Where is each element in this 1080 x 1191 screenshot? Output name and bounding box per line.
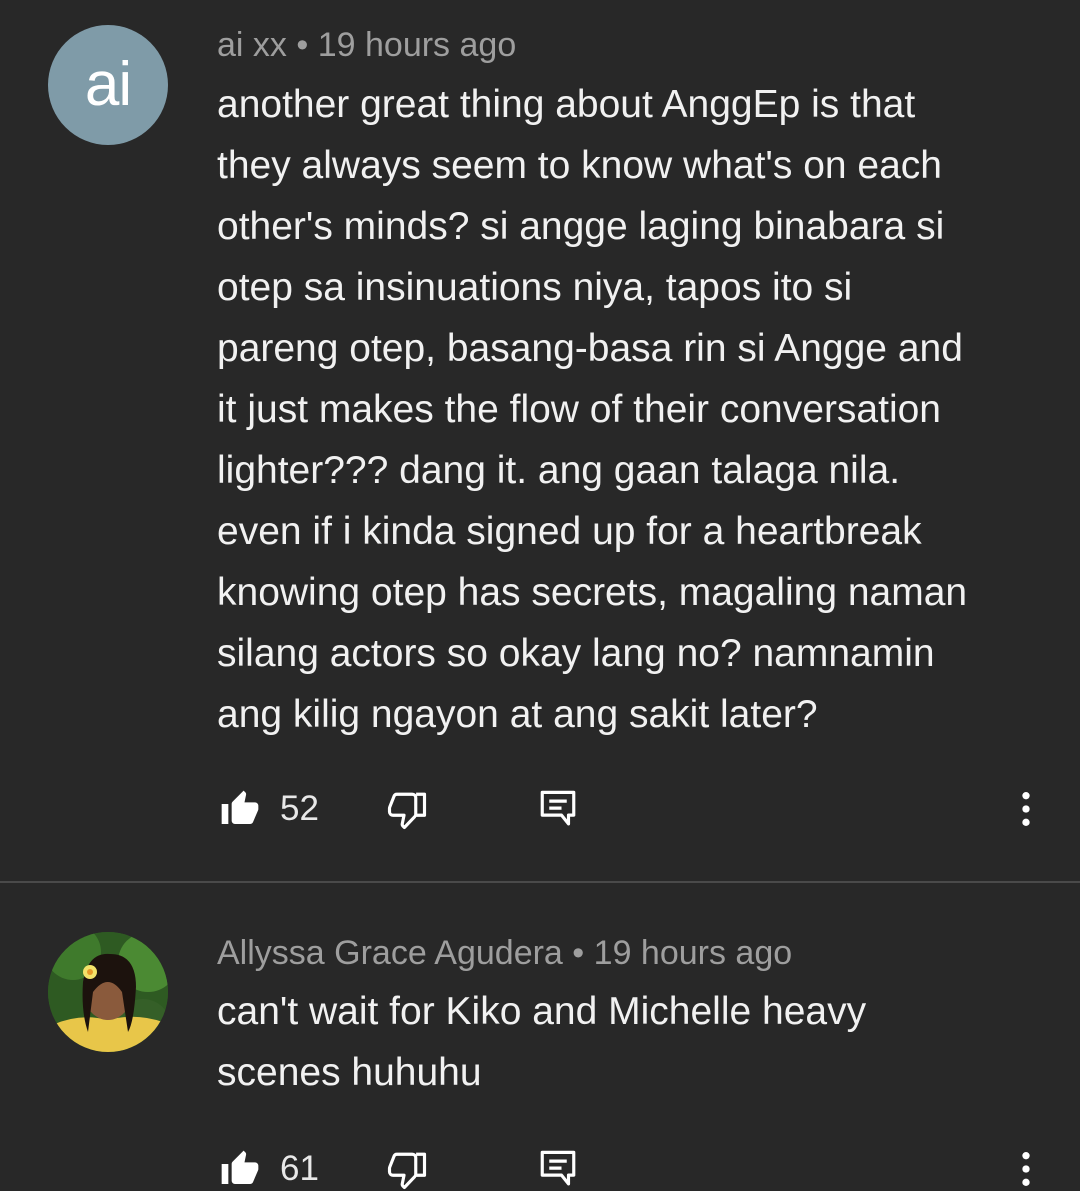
meta-separator: • [572, 934, 585, 972]
reply-button[interactable] [537, 1147, 579, 1191]
more-menu-button[interactable] [1006, 1149, 1046, 1189]
comment-text: can't wait for Kiko and Michelle heavy s… [217, 990, 867, 1094]
comment-meta: Allyssa Grace Agudera • 19 hours ago [217, 934, 792, 973]
like-button[interactable]: 52 [220, 789, 319, 829]
like-count: 52 [280, 789, 319, 828]
author-name[interactable]: ai xx [217, 26, 287, 64]
thumbs-down-icon [386, 1149, 428, 1191]
thumbs-down-icon [386, 789, 428, 831]
dislike-button[interactable] [386, 789, 428, 831]
reply-icon [537, 1147, 579, 1191]
more-vert-icon [1006, 1149, 1046, 1189]
comment-time: 19 hours ago [317, 26, 517, 64]
thumbs-up-icon [220, 1149, 260, 1189]
avatar[interactable] [48, 932, 168, 1052]
comment-meta: ai xx • 19 hours ago [217, 26, 516, 65]
reply-icon [537, 787, 579, 831]
author-name[interactable]: Allyssa Grace Agudera [217, 934, 563, 972]
meta-separator: • [296, 26, 309, 64]
thumbs-up-icon [220, 789, 260, 829]
avatar-photo [48, 932, 168, 1052]
comment-text: another great thing about AnggEp is that… [217, 83, 968, 736]
dislike-button[interactable] [386, 1149, 428, 1191]
comment-divider [0, 881, 1080, 883]
comment-item: ai ai xx • 19 hours ago another great th… [0, 0, 1080, 880]
avatar[interactable]: ai [48, 25, 168, 145]
comment-time: 19 hours ago [593, 934, 793, 972]
comment-item: Allyssa Grace Agudera • 19 hours ago can… [0, 884, 1080, 1190]
reply-button[interactable] [537, 787, 579, 831]
more-vert-icon [1006, 789, 1046, 829]
like-button[interactable]: 61 [220, 1149, 319, 1189]
more-menu-button[interactable] [1006, 789, 1046, 829]
like-count: 61 [280, 1149, 319, 1188]
